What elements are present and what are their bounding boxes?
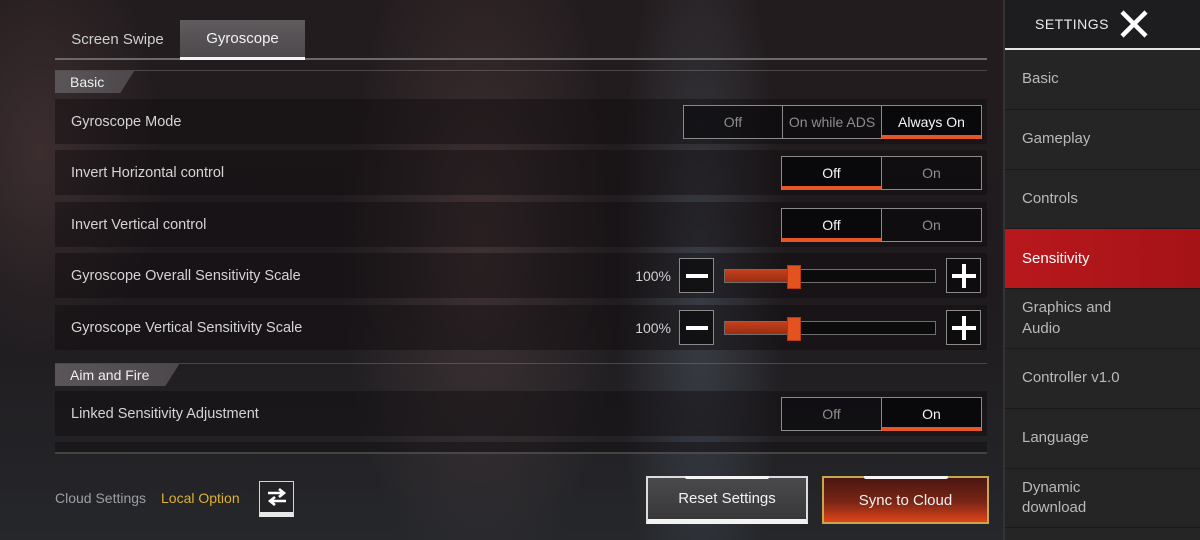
slider-thumb[interactable] <box>787 316 802 341</box>
sidebar-item-language[interactable]: Language <box>1005 409 1200 469</box>
setting-row-overall-sensitivity: Gyroscope Overall Sensitivity Scale 100% <box>55 253 987 298</box>
increase-button[interactable] <box>946 310 981 345</box>
setting-row-gyroscope-mode: Gyroscope Mode Off On while ADS Always O… <box>55 99 987 144</box>
tab-screen-swipe[interactable]: Screen Swipe <box>55 20 180 58</box>
scroll-list-edge <box>55 442 987 454</box>
linked-sensitivity-toggle: Off On <box>781 396 982 431</box>
option-always-on[interactable]: Always On <box>882 105 981 139</box>
sync-to-cloud-label: Sync to Cloud <box>858 491 953 509</box>
plus-icon <box>951 315 976 340</box>
vertical-sensitivity-slider[interactable] <box>724 316 936 341</box>
sync-to-cloud-button[interactable]: Sync to Cloud <box>822 476 989 524</box>
setting-label: Invert Vertical control <box>71 216 207 233</box>
sidebar-item-gameplay[interactable]: Gameplay <box>1005 110 1200 170</box>
decrease-button[interactable] <box>679 258 714 293</box>
setting-row-invert-horizontal: Invert Horizontal control Off On <box>55 150 987 195</box>
option-off[interactable]: Off <box>782 156 882 190</box>
sensitivity-value: 100% <box>635 267 671 284</box>
option-on-while-ads[interactable]: On while ADS <box>783 105 882 138</box>
section-label: Aim and Fire <box>55 364 179 386</box>
option-on[interactable]: On <box>882 397 981 431</box>
close-x-icon[interactable] <box>1119 9 1149 39</box>
sidebar-header: SETTINGS <box>1005 0 1200 50</box>
sidebar-item-controls[interactable]: Controls <box>1005 170 1200 230</box>
setting-label: Invert Horizontal control <box>71 164 225 181</box>
swap-arrows-icon <box>267 488 286 506</box>
control-mode-tabs: Screen Swipe Gyroscope <box>55 20 987 60</box>
setting-row-vertical-sensitivity: Gyroscope Vertical Sensitivity Scale 100… <box>55 305 987 350</box>
settings-sidebar: SETTINGS Basic Gameplay Controls Sensiti… <box>1003 0 1200 540</box>
option-on[interactable]: On <box>882 156 981 189</box>
overall-sensitivity-slider[interactable] <box>724 264 936 289</box>
setting-label: Gyroscope Mode <box>71 113 182 130</box>
minus-icon <box>685 325 708 330</box>
reset-settings-label: Reset Settings <box>678 490 776 507</box>
tab-gyroscope[interactable]: Gyroscope <box>180 20 305 60</box>
sidebar-item-basic[interactable]: Basic <box>1005 50 1200 110</box>
slider-fill <box>725 269 795 282</box>
sidebar-item-graphics-and-audio[interactable]: Graphics and Audio <box>1005 289 1200 349</box>
setting-row-invert-vertical: Invert Vertical control Off On <box>55 202 987 247</box>
sidebar-title: SETTINGS <box>1035 16 1110 32</box>
invert-horizontal-toggle: Off On <box>781 155 982 190</box>
sidebar-item-controller[interactable]: Controller v1.0 <box>1005 349 1200 409</box>
minus-icon <box>685 273 708 278</box>
section-header-basic: Basic <box>55 70 987 92</box>
button-notch <box>685 476 769 479</box>
sidebar-item-dynamic-download[interactable]: Dynamic download <box>1005 469 1200 529</box>
cloud-swap-button[interactable] <box>259 481 294 517</box>
gyroscope-mode-selector: Off On while ADS Always On <box>683 104 982 139</box>
setting-label: Gyroscope Overall Sensitivity Scale <box>71 267 301 284</box>
slider-fill <box>725 321 795 334</box>
invert-vertical-toggle: Off On <box>781 207 982 242</box>
option-off[interactable]: Off <box>782 397 882 430</box>
setting-label: Linked Sensitivity Adjustment <box>71 405 259 422</box>
option-off[interactable]: Off <box>684 105 783 138</box>
settings-main-panel: Screen Swipe Gyroscope Basic Gyroscope M… <box>55 0 987 540</box>
option-off[interactable]: Off <box>782 208 882 242</box>
reset-settings-button[interactable]: Reset Settings <box>646 476 808 524</box>
decrease-button[interactable] <box>679 310 714 345</box>
setting-row-linked-sensitivity: Linked Sensitivity Adjustment Off On <box>55 391 987 436</box>
sensitivity-value: 100% <box>635 319 671 336</box>
cloud-settings-value: Local Option <box>161 490 240 506</box>
slider-thumb[interactable] <box>787 264 802 289</box>
plus-icon <box>951 263 976 288</box>
section-header-aim-and-fire: Aim and Fire <box>55 363 987 385</box>
button-notch <box>863 476 948 479</box>
section-label: Basic <box>55 71 134 93</box>
option-on[interactable]: On <box>882 208 981 241</box>
cloud-settings-label: Cloud Settings <box>55 490 147 506</box>
increase-button[interactable] <box>946 258 981 293</box>
setting-label: Gyroscope Vertical Sensitivity Scale <box>71 319 303 336</box>
sidebar-item-sensitivity[interactable]: Sensitivity <box>1005 229 1200 290</box>
